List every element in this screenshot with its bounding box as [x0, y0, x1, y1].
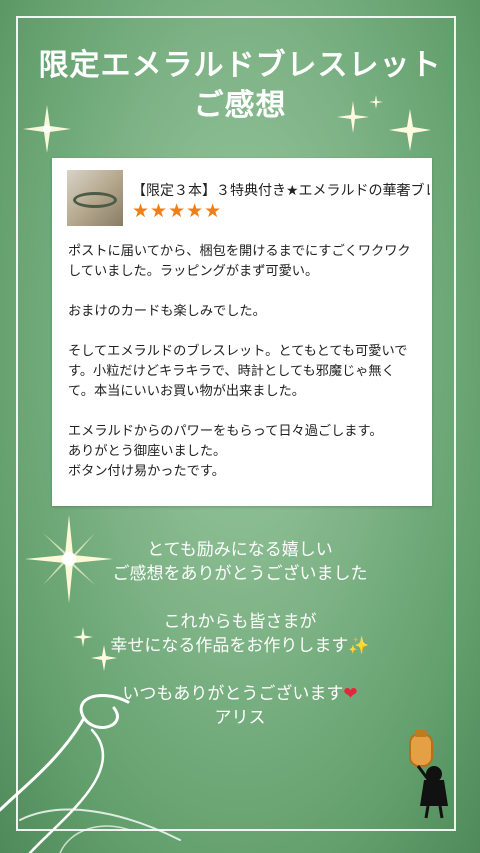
message-line: ご感想をありがとうございました	[112, 564, 368, 584]
review-line: そしてエメラルドのブレスレット。とてもとても可愛いで	[68, 344, 408, 359]
sparkle-icon	[369, 95, 383, 109]
review-line: エメラルドからのパワーをもらって日々過ごします。	[68, 424, 383, 439]
review-paragraph: そしてエメラルドのブレスレット。とてもとても可愛いで す。小粒だけどキラキラで、…	[68, 342, 422, 402]
review-paragraph: エメラルドからのパワーをもらって日々過ごします。 ありがとう御座いました。 ボタ…	[68, 422, 422, 482]
review-card: 【限定３本】３特典付き★エメラルドの華奢ブレスレ ★★★★★ ポストに届いてから…	[52, 158, 432, 506]
review-line: していました。ラッピングがまず可愛い。	[68, 264, 319, 279]
star-rating: ★★★★★	[132, 200, 223, 222]
sparkle-icon	[389, 109, 431, 151]
heart-icon: ❤	[343, 684, 358, 704]
review-text: ポストに届いてから、梱包を開けるまでにすごくワクワク していました。ラッピングが…	[68, 242, 422, 482]
bracelet-image	[73, 192, 117, 208]
review-paragraph: おまけのカードも楽しみでした。	[68, 302, 422, 322]
product-name: 【限定３本】３特典付き★エメラルドの華奢ブレスレ	[132, 183, 430, 199]
message-line: これからも皆さまが	[163, 612, 317, 632]
sparkle-icon	[337, 101, 369, 133]
title-line-1: 限定エメラルドブレスレット	[38, 48, 442, 83]
message-line: とても励みになる嬉しい	[147, 540, 333, 560]
review-line: おまけのカードも楽しみでした。	[68, 304, 266, 319]
product-thumbnail	[67, 170, 123, 226]
girl-silhouette-icon	[409, 730, 448, 819]
review-line: ありがとう御座いました。	[68, 444, 227, 459]
message-block: これからも皆さまが 幸せになる作品をお作りします✨	[0, 610, 480, 658]
review-paragraph: ポストに届いてから、梱包を開けるまでにすごくワクワク していました。ラッピングが…	[68, 242, 422, 282]
swirl-ornament	[0, 694, 181, 853]
review-line: ポストに届いてから、梱包を開けるまでにすごくワクワク	[68, 244, 411, 259]
review-line: て。本当にいいお買い物が出来ました。	[68, 384, 305, 399]
message-line: 幸せになる作品をお作りします✨	[110, 636, 370, 656]
review-line: す。小粒だけどキラキラで、時計としても邪魔じゃ無く	[68, 364, 395, 379]
review-line: ボタン付け易かったです。	[68, 464, 225, 479]
message-block: とても励みになる嬉しい ご感想をありがとうございました	[0, 538, 480, 586]
sparkle-icon	[23, 105, 71, 153]
